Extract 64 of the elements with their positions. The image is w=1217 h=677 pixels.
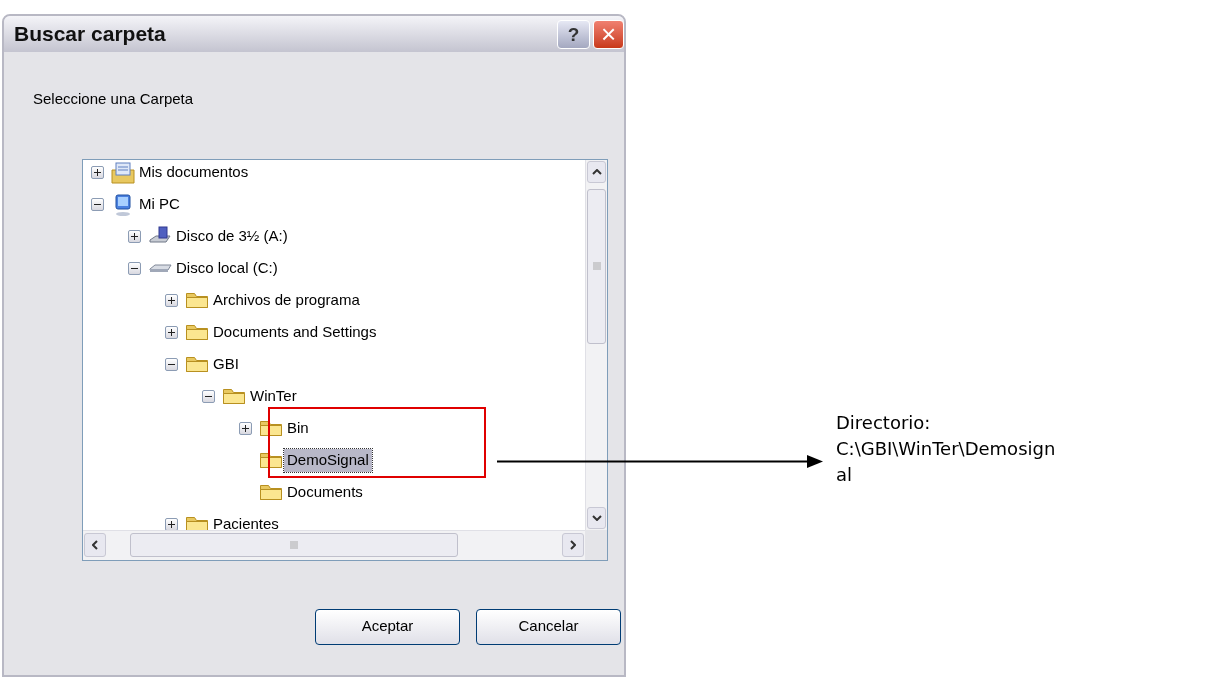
collapse-toggle[interactable]: [202, 390, 215, 403]
collapse-toggle[interactable]: [128, 262, 141, 275]
expand-toggle[interactable]: [165, 294, 178, 307]
scroll-right-button[interactable]: [562, 533, 584, 557]
expand-toggle[interactable]: [165, 326, 178, 339]
scrollbar-corner: [585, 529, 607, 560]
folder-icon: [186, 517, 208, 530]
plus-icon: [168, 329, 175, 336]
tree-item[interactable]: GBI: [210, 353, 242, 376]
folder-icon: [223, 389, 245, 404]
prompt-label: Seleccione una Carpeta: [33, 89, 194, 109]
plus-icon: [168, 297, 175, 304]
hard-drive-icon: [148, 264, 172, 273]
accept-button[interactable]: Aceptar: [315, 608, 460, 645]
folder-icon: [260, 421, 282, 436]
scroll-down-button[interactable]: [587, 506, 606, 529]
close-button[interactable]: ×: [593, 19, 624, 49]
tree-item[interactable]: Documents and Settings: [210, 321, 380, 344]
plus-icon: [242, 425, 249, 432]
folder-icon: [260, 453, 282, 468]
plus-icon: [94, 169, 101, 176]
minus-icon: [131, 265, 138, 272]
chevron-up-icon: [591, 168, 602, 175]
annotation-text: Directorio: C:\GBI\WinTer\Demosign al: [836, 411, 1056, 487]
plus-icon: [131, 233, 138, 240]
documents-folder-icon: [110, 160, 136, 185]
scroll-thumb[interactable]: [130, 533, 458, 557]
folder-icon: [186, 293, 208, 308]
tree-item[interactable]: Pacientes: [210, 513, 282, 530]
plus-icon: [168, 521, 175, 528]
cancel-button[interactable]: Cancelar: [476, 608, 621, 645]
minus-icon: [205, 393, 212, 400]
chevron-down-icon: [591, 514, 602, 521]
tree-item[interactable]: Bin: [284, 417, 312, 440]
expand-toggle[interactable]: [165, 518, 178, 530]
minus-icon: [94, 201, 101, 208]
tree-item[interactable]: Mi PC: [136, 193, 183, 216]
tree-item[interactable]: Disco de 3½ (A:): [173, 225, 291, 248]
help-button[interactable]: ?: [557, 19, 590, 49]
window-title: Buscar carpeta: [14, 21, 167, 48]
vertical-scrollbar[interactable]: [585, 159, 607, 530]
chevron-right-icon: [570, 540, 576, 550]
expand-toggle[interactable]: [239, 422, 252, 435]
tree-item[interactable]: Documents: [284, 481, 366, 504]
scroll-left-button[interactable]: [84, 533, 106, 557]
chevron-left-icon: [92, 540, 98, 550]
folder-icon: [186, 325, 208, 340]
folder-icon: [186, 357, 208, 372]
tree-item[interactable]: DemoSignal: [284, 449, 372, 472]
collapse-toggle[interactable]: [91, 198, 104, 211]
scroll-up-button[interactable]: [587, 160, 606, 183]
minus-icon: [168, 361, 175, 368]
tree-item[interactable]: Mis documentos: [136, 161, 252, 184]
folder-icon: [260, 485, 282, 500]
tree-item[interactable]: WinTer: [247, 385, 300, 408]
expand-toggle[interactable]: [91, 166, 104, 179]
tree-item[interactable]: Archivos de programa: [210, 289, 363, 312]
scroll-thumb[interactable]: [587, 188, 606, 344]
collapse-toggle[interactable]: [165, 358, 178, 371]
grip-icon: [290, 541, 298, 549]
tree-item[interactable]: Disco local (C:): [173, 257, 281, 280]
expand-toggle[interactable]: [128, 230, 141, 243]
grip-icon: [592, 262, 601, 270]
horizontal-scrollbar[interactable]: [83, 529, 585, 560]
